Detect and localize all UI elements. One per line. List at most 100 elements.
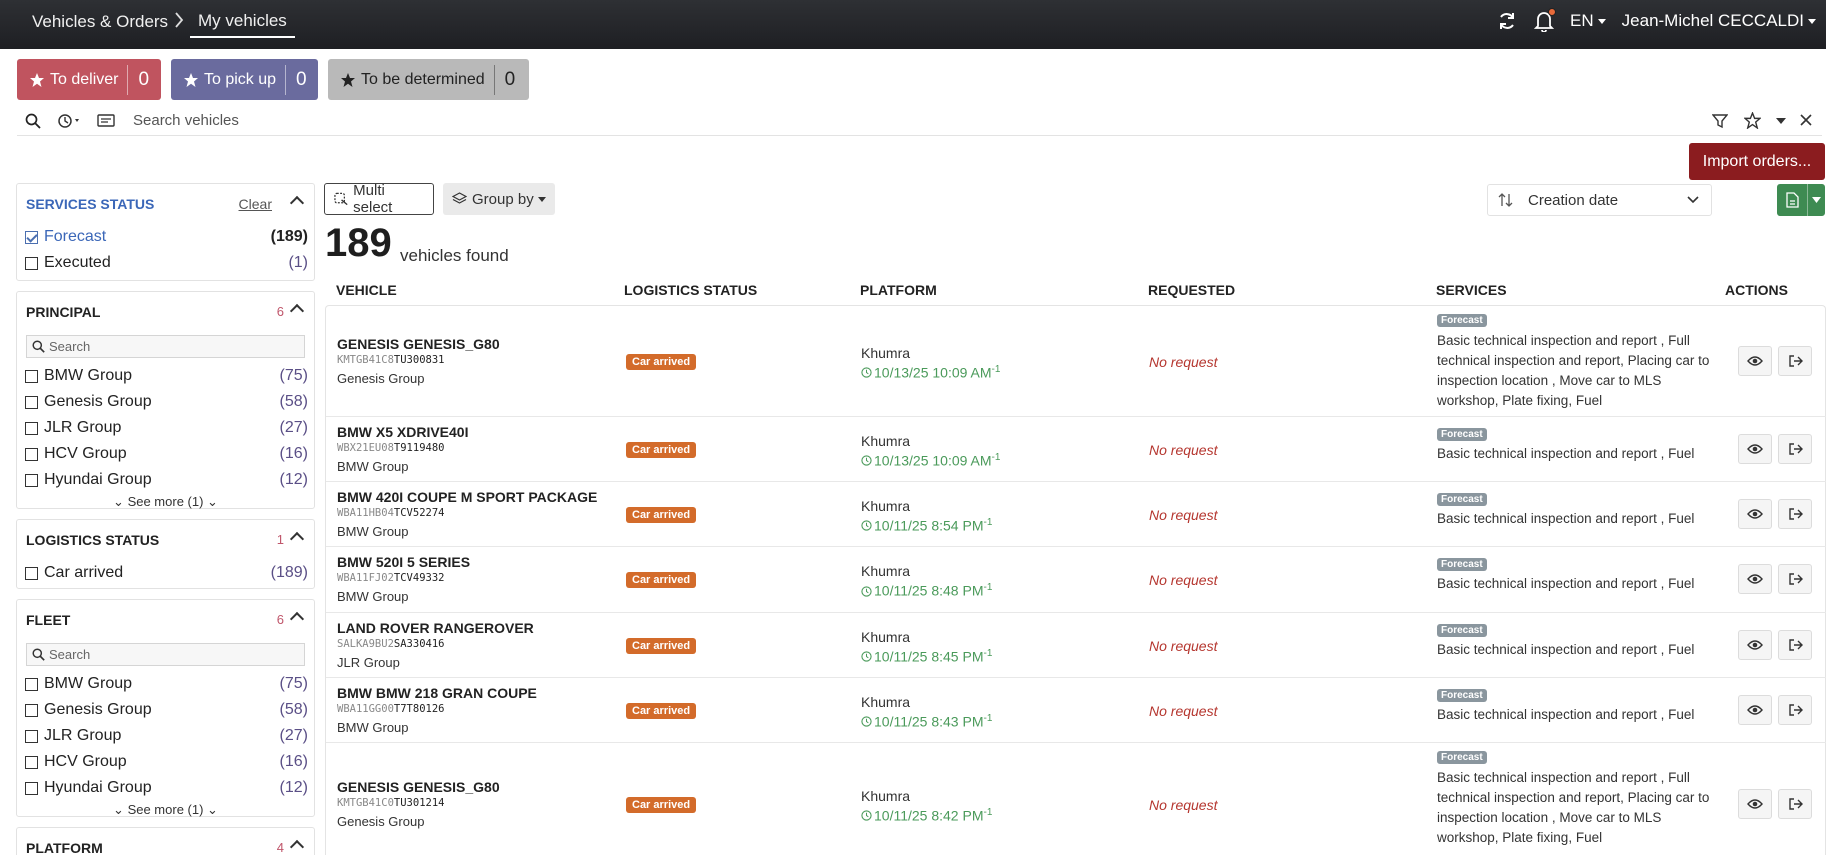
vin-prefix: WBA11GG00: [337, 702, 394, 715]
export-button[interactable]: [1777, 184, 1825, 216]
caret-down-icon[interactable]: [1775, 117, 1787, 125]
view-button[interactable]: [1738, 788, 1772, 819]
group-by-button[interactable]: Group by: [443, 183, 555, 215]
open-button[interactable]: [1778, 345, 1812, 376]
platform-header[interactable]: PLATFORM 4: [17, 828, 314, 855]
view-button[interactable]: [1738, 564, 1772, 594]
checkbox[interactable]: [25, 421, 38, 435]
clear-link[interactable]: Clear: [239, 196, 272, 212]
checkbox[interactable]: [25, 755, 38, 769]
table-row[interactable]: LAND ROVER RANGEROVER SALKA9BU2SA330416 JL…: [326, 613, 1826, 678]
table-row[interactable]: GENESIS GENESIS_G80 KMTGB41C8TU300831 Gene…: [326, 306, 1826, 417]
export-file-icon: [1786, 192, 1799, 208]
notifications-bell-icon[interactable]: [1534, 8, 1557, 32]
table-row[interactable]: BMW X5 XDRIVE40I WBX21EU08T9119480 BMW Gro…: [326, 417, 1826, 482]
favorite-star-icon[interactable]: [1744, 112, 1761, 129]
checkbox[interactable]: [25, 256, 38, 270]
open-button[interactable]: [1778, 694, 1812, 725]
history-icon[interactable]: [57, 113, 83, 129]
open-button[interactable]: [1778, 564, 1812, 594]
to-deliver-filter-button[interactable]: To deliver 0: [17, 59, 161, 100]
table-row[interactable]: GENESIS GENESIS_G80 KMTGB41C0TU301214 Gene…: [326, 743, 1826, 855]
view-button[interactable]: [1738, 694, 1772, 725]
open-button[interactable]: [1778, 433, 1812, 464]
see-more-link[interactable]: ⌄ See more (1) ⌄: [17, 801, 314, 821]
services-status-header[interactable]: SERVICES STATUS Clear: [17, 184, 314, 224]
filter-toggle-icon[interactable]: [97, 113, 115, 129]
column-header-services[interactable]: SERVICES: [1436, 282, 1507, 298]
facet-option[interactable]: Hyundai Group (12): [17, 775, 314, 801]
open-button[interactable]: [1778, 498, 1812, 529]
principal-header[interactable]: PRINCIPAL 6: [17, 292, 314, 332]
checkbox[interactable]: [25, 395, 38, 409]
chevron-up-icon[interactable]: [289, 839, 305, 855]
search-input[interactable]: [133, 112, 1433, 129]
see-more-link[interactable]: ⌄ See more (1) ⌄: [17, 493, 314, 513]
facet-option[interactable]: Genesis Group (58): [17, 389, 314, 415]
timezone-offset: -1: [983, 806, 993, 818]
chevron-up-icon[interactable]: [289, 303, 305, 319]
principal-search-placeholder: Search: [49, 339, 91, 354]
facet-option-forecast[interactable]: Forecast (189): [17, 224, 314, 250]
sort-direction-icon[interactable]: [1498, 192, 1514, 208]
column-header-logistics-status[interactable]: LOGISTICS STATUS: [624, 282, 757, 298]
chevron-up-icon[interactable]: [289, 531, 305, 547]
checkbox[interactable]: [25, 781, 38, 795]
facet-option[interactable]: Hyundai Group (12): [17, 467, 314, 493]
column-header-vehicle[interactable]: VEHICLE: [336, 282, 397, 298]
principal-search-field[interactable]: Search: [26, 335, 305, 358]
table-row[interactable]: BMW 420I COUPE M SPORT PACKAGE WBA11HB04T…: [326, 482, 1826, 547]
checkbox[interactable]: [25, 447, 38, 461]
user-menu[interactable]: Jean-Michel CECCALDI: [1622, 11, 1816, 31]
facet-option[interactable]: HCV Group (16): [17, 441, 314, 467]
open-button[interactable]: [1778, 788, 1812, 819]
facet-option[interactable]: BMW Group (75): [17, 363, 314, 389]
column-header-platform[interactable]: PLATFORM: [860, 282, 937, 298]
chevron-up-icon[interactable]: [289, 195, 305, 211]
checkbox[interactable]: [25, 729, 38, 743]
import-orders-button[interactable]: Import orders...: [1689, 143, 1825, 180]
checkbox[interactable]: [25, 677, 38, 691]
facet-option[interactable]: JLR Group (27): [17, 415, 314, 441]
close-icon[interactable]: [1800, 114, 1812, 126]
column-header-requested[interactable]: REQUESTED: [1148, 282, 1235, 298]
breadcrumb-current[interactable]: My vehicles: [190, 9, 295, 38]
checkbox[interactable]: [25, 369, 38, 383]
view-button[interactable]: [1738, 498, 1772, 529]
caret-down-icon[interactable]: [1812, 197, 1821, 203]
sort-select[interactable]: Creation date: [1487, 184, 1712, 216]
logistics-status-badge: Car arrived: [626, 637, 697, 654]
view-button[interactable]: [1738, 629, 1772, 660]
checkbox[interactable]: [25, 566, 38, 580]
facet-option-executed[interactable]: Executed (1): [17, 250, 314, 276]
checkbox[interactable]: [25, 473, 38, 487]
facet-option[interactable]: BMW Group (75): [17, 671, 314, 697]
fleet-search-field[interactable]: Search: [26, 643, 305, 666]
table-row[interactable]: BMW BMW 218 GRAN COUPE WBA11GG00T7T80126 B…: [326, 678, 1826, 743]
eye-icon: [1747, 704, 1763, 716]
facet-option[interactable]: HCV Group (16): [17, 749, 314, 775]
checkbox[interactable]: [25, 703, 38, 717]
vin-prefix: SALKA9BU2: [337, 637, 394, 650]
filter-funnel-icon[interactable]: [1712, 113, 1728, 129]
logistics-status-header[interactable]: LOGISTICS STATUS 1: [17, 520, 314, 560]
facet-option[interactable]: JLR Group (27): [17, 723, 314, 749]
chevron-up-icon[interactable]: [289, 611, 305, 627]
refresh-icon[interactable]: [1496, 10, 1518, 32]
to-pick-up-filter-button[interactable]: To pick up 0: [171, 59, 318, 100]
group-by-label: Group by: [472, 190, 534, 208]
facet-option[interactable]: Genesis Group (58): [17, 697, 314, 723]
view-button[interactable]: [1738, 433, 1772, 464]
multi-select-button[interactable]: Multi select: [324, 182, 434, 216]
breadcrumb-root-link[interactable]: Vehicles & Orders: [32, 12, 168, 32]
language-selector[interactable]: EN: [1570, 11, 1606, 31]
checkbox-checked[interactable]: [25, 230, 38, 244]
open-button[interactable]: [1778, 629, 1812, 660]
facet-option[interactable]: Car arrived (189): [17, 560, 314, 586]
table-row[interactable]: BMW 520I 5 SERIES WBA11FJ02TCV49332 BMW Gr…: [326, 547, 1826, 613]
to-be-determined-filter-button[interactable]: To be determined 0: [328, 59, 529, 100]
search-icon[interactable]: [25, 113, 41, 129]
fleet-header[interactable]: FLEET 6: [17, 600, 314, 640]
vehicle-group: BMW Group: [337, 719, 409, 735]
view-button[interactable]: [1738, 345, 1772, 376]
